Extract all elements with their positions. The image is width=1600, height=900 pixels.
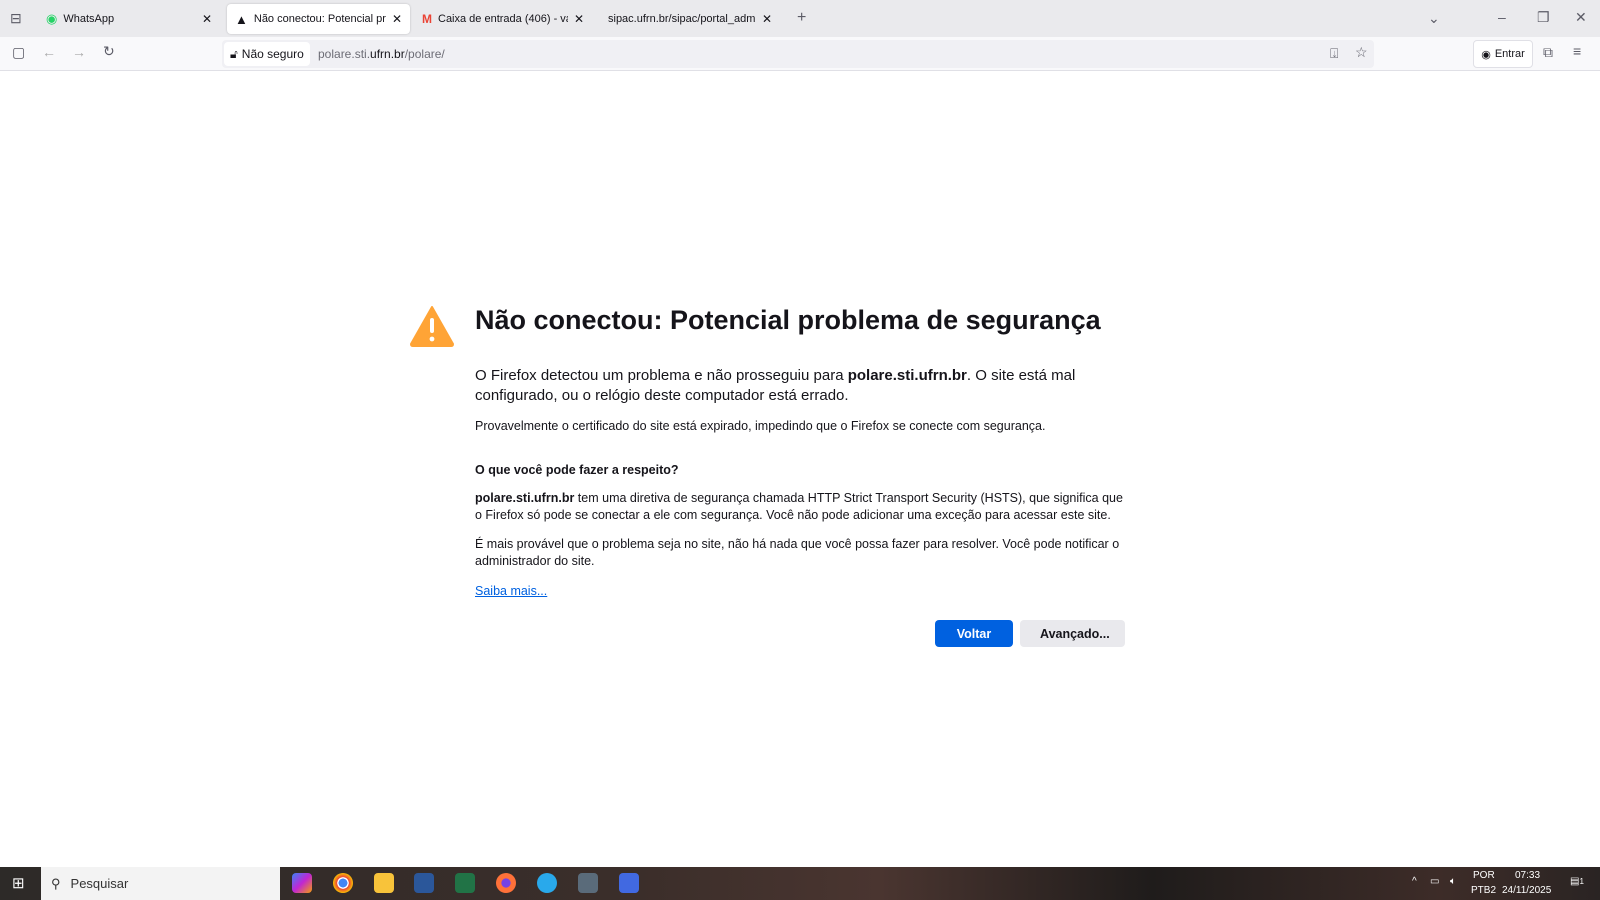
tab-list-icon[interactable]: ⊟ [10, 10, 22, 27]
sidebar-icon[interactable]: ▢ [12, 44, 25, 61]
hsts-explanation: polare.sti.ufrn.br tem uma diretiva de s… [475, 491, 1123, 522]
back-icon[interactable]: ← [42, 44, 56, 60]
tab-sipac[interactable]: sipac.ufrn.br/sipac/portal_administrativ… [600, 4, 780, 34]
close-tab-icon[interactable]: ✕ [762, 12, 772, 26]
tab-security-error[interactable]: ▲ Não conectou: Potencial problema de se… [227, 4, 410, 34]
warning-icon: ▲ [235, 11, 248, 27]
page-title: Não conectou: Potencial problema de segu… [475, 305, 1101, 335]
bookmark-star-icon[interactable]: ☆ [1355, 44, 1368, 61]
copilot-icon[interactable] [292, 873, 312, 893]
volume-icon[interactable]: 🔈︎ [1450, 876, 1456, 887]
learn-more-link[interactable]: Saiba mais... [475, 584, 547, 598]
tab-gmail[interactable]: M Caixa de entrada (406) - valquiria ✕ [414, 4, 592, 34]
reload-icon[interactable]: ↻ [103, 43, 115, 60]
app-icon-2[interactable] [619, 873, 639, 893]
close-window-icon[interactable]: ✕ [1575, 9, 1587, 26]
likely-cause: É mais provável que o problema seja no s… [475, 537, 1120, 568]
extensions-icon[interactable]: ⧉ [1543, 44, 1553, 61]
close-tab-icon[interactable]: ✕ [392, 12, 402, 26]
language-indicator[interactable]: POR [1473, 870, 1495, 881]
url-text[interactable]: polare.sti.ufrn.br/polare/ [318, 47, 445, 61]
tab-bar: ⊟ ◉ WhatsApp ✕ ▲ Não conectou: Potencial… [0, 0, 1600, 37]
app-icon[interactable] [578, 873, 598, 893]
file-explorer-icon[interactable] [374, 873, 394, 893]
gmail-icon: M [422, 12, 432, 26]
network-icon[interactable]: ▭ [1430, 876, 1439, 887]
new-tab-icon[interactable]: + [797, 9, 806, 27]
search-icon: ⚲ [51, 875, 61, 891]
taskbar-search[interactable]: ⚲ Pesquisar [41, 867, 280, 900]
taskbar: ⊞ ⚲ Pesquisar ^ ▭ 🔈︎ POR PTB2 07:33 24/1… [0, 867, 1600, 900]
error-intro: O Firefox detectou um problema e não pro… [475, 367, 1076, 404]
error-content: Não conectou: Potencial problema de segu… [475, 305, 1125, 600]
tray-chevron-icon[interactable]: ^ [1412, 876, 1417, 887]
advanced-button[interactable]: Avançado... [1020, 620, 1125, 647]
chevron-down-icon[interactable]: ⌄ [1428, 10, 1440, 27]
excel-icon[interactable] [455, 873, 475, 893]
minimize-icon[interactable]: – [1498, 9, 1506, 25]
cert-explanation: Provavelmente o certificado do site está… [475, 419, 1046, 433]
chrome-icon[interactable] [333, 873, 353, 893]
windows-start-icon[interactable]: ⊞ [12, 874, 25, 892]
reader-download-icon[interactable]: ⍗ [1330, 45, 1338, 62]
clock-date[interactable]: 24/11/2025 [1502, 885, 1551, 896]
tab-whatsapp[interactable]: ◉ WhatsApp ✕ [38, 4, 220, 34]
close-tab-icon[interactable]: ✕ [574, 12, 584, 26]
firefox-icon[interactable] [496, 873, 516, 893]
forward-icon[interactable]: → [72, 44, 86, 60]
telegram-icon[interactable] [537, 873, 557, 893]
whatsapp-icon: ◉ [46, 11, 58, 26]
warning-icon [410, 306, 454, 347]
account-icon: ◉ [1481, 48, 1491, 61]
notification-icon[interactable]: ▤1 [1570, 876, 1584, 887]
keyboard-layout[interactable]: PTB2 [1471, 885, 1496, 896]
sign-in-button[interactable]: ◉ Entrar [1473, 40, 1533, 68]
security-indicator[interactable]: 🔓︎ Não seguro [224, 42, 310, 66]
nav-bar: ▢ ← → ↻ 🔓︎ Não seguro polare.sti.ufrn.br… [0, 37, 1600, 71]
close-tab-icon[interactable]: ✕ [202, 12, 212, 26]
word-icon[interactable] [414, 873, 434, 893]
insecure-lock-icon: 🔓︎ [230, 46, 238, 61]
restore-icon[interactable]: ❐ [1537, 9, 1550, 26]
url-bar[interactable]: 🔓︎ Não seguro polare.sti.ufrn.br/polare/… [222, 40, 1374, 68]
go-back-button[interactable]: Voltar [935, 620, 1013, 647]
what-to-do-heading: O que você pode fazer a respeito? [475, 463, 679, 477]
clock-time[interactable]: 07:33 [1515, 870, 1540, 881]
menu-icon[interactable]: ≡ [1573, 43, 1581, 59]
